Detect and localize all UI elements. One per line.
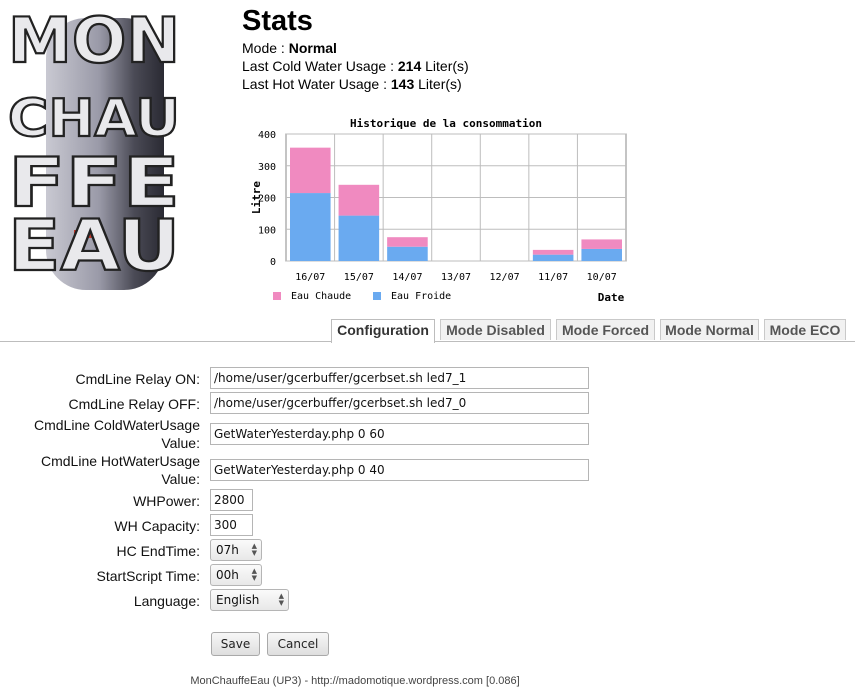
x-tick-label: 16/07 xyxy=(295,272,325,283)
whpower-input[interactable] xyxy=(210,489,253,511)
legend-label: Eau Froide xyxy=(391,291,451,302)
whpower-label: WHPower: xyxy=(133,493,200,509)
tab-mode-eco[interactable]: Mode ECO xyxy=(764,319,846,340)
tab-mode-disabled[interactable]: Mode Disabled xyxy=(440,319,551,340)
x-tick-label: 14/07 xyxy=(392,272,422,283)
hot-water-line: Last Hot Water Usage : 143 Liter(s) xyxy=(242,75,462,93)
save-button[interactable]: Save xyxy=(211,632,260,656)
hot-water-label: Last Hot Water Usage : xyxy=(242,76,391,92)
bar-eau-chaude xyxy=(581,239,622,249)
logo-letters-line: MON xyxy=(8,4,180,77)
startscript-select[interactable]: 00h ▲ ▼ xyxy=(210,564,262,586)
spinner-arrows-icon: ▲ ▼ xyxy=(278,592,284,607)
hot-water-value: 143 xyxy=(390,76,415,92)
cold-usage-label-line2: Value: xyxy=(161,435,200,451)
tab-mode-forced[interactable]: Mode Forced xyxy=(556,319,655,340)
cold-water-line: Last Cold Water Usage : 214 Liter(s) xyxy=(242,57,469,75)
y-axis-label: Litre xyxy=(250,181,263,214)
logo-letters-line: EAU xyxy=(8,205,180,287)
hc-endtime-select[interactable]: 07h ▲ ▼ xyxy=(210,539,262,561)
cancel-button[interactable]: Cancel xyxy=(267,632,329,656)
bar-eau-chaude xyxy=(387,237,428,247)
tab-configuration[interactable]: Configuration xyxy=(331,319,435,343)
language-select[interactable]: English ▲ ▼ xyxy=(210,589,289,611)
y-tick-label: 100 xyxy=(258,225,276,236)
bar-eau-chaude xyxy=(338,184,380,216)
startscript-value: 00h xyxy=(216,568,239,582)
hc-endtime-value: 07h xyxy=(216,543,239,557)
cold-water-unit: Liter(s) xyxy=(421,58,469,74)
mode-line: Mode : Normal xyxy=(242,39,337,57)
x-tick-label: 15/07 xyxy=(344,272,374,283)
legend-swatch xyxy=(373,292,381,300)
x-axis-label: Date xyxy=(598,291,625,304)
bar-eau-chaude xyxy=(532,249,574,255)
bar-eau-chaude xyxy=(290,147,331,194)
language-value: English xyxy=(216,593,260,607)
tab-mode-normal[interactable]: Mode Normal xyxy=(660,319,759,340)
cold-water-value: 214 xyxy=(397,58,422,74)
hc-endtime-label: HC EndTime: xyxy=(116,543,200,559)
y-tick-label: 0 xyxy=(270,257,276,268)
hot-usage-label-line2: Value: xyxy=(161,471,200,487)
language-label: Language: xyxy=(133,593,200,609)
mode-value: Normal xyxy=(288,40,337,56)
bar-eau-froide xyxy=(532,254,574,261)
x-tick-label: 10/07 xyxy=(587,272,617,283)
y-tick-label: 400 xyxy=(258,130,276,141)
y-tick-label: 300 xyxy=(258,162,276,173)
logo: MONCHAUFFEEAU xyxy=(7,3,181,290)
cold-usage-label-line1: CmdLine ColdWaterUsage xyxy=(34,417,200,433)
whcapacity-input[interactable] xyxy=(210,514,253,536)
hot-water-unit: Liter(s) xyxy=(414,76,462,92)
bar-eau-froide xyxy=(290,193,331,261)
mode-label: Mode : xyxy=(242,40,289,56)
hot-usage-input[interactable] xyxy=(210,459,589,481)
x-tick-label: 12/07 xyxy=(490,272,520,283)
logo-letters-line: CHAU xyxy=(8,89,180,149)
cold-water-label: Last Cold Water Usage : xyxy=(242,58,398,74)
spinner-arrows-icon: ▲ ▼ xyxy=(251,542,257,557)
bar-eau-froide xyxy=(581,248,622,261)
chart-title: Historique de la consommation xyxy=(350,117,542,130)
relay-off-input[interactable] xyxy=(210,392,589,414)
startscript-label: StartScript Time: xyxy=(96,568,200,584)
legend-swatch xyxy=(273,292,281,300)
page-title: Stats xyxy=(242,5,313,37)
consumption-chart: 010020030040016/07 15/07 14/07 13/07 12/07 11… xyxy=(250,117,627,304)
spinner-arrows-icon: ▲ ▼ xyxy=(251,567,257,582)
bar-eau-froide xyxy=(387,246,428,261)
relay-on-label: CmdLine Relay ON: xyxy=(75,371,201,387)
relay-off-label: CmdLine Relay OFF: xyxy=(68,396,200,412)
footer: MonChauffeEau (UP3) - http://madomotique… xyxy=(190,675,520,687)
hot-usage-label-line1: CmdLine HotWaterUsage xyxy=(41,453,200,469)
x-tick-label: 11/07 xyxy=(538,272,568,283)
whcapacity-label: WH Capacity: xyxy=(114,518,200,534)
tab-bar: Configuration Mode Disabled Mode Forced … xyxy=(0,319,855,343)
cold-usage-input[interactable] xyxy=(210,423,589,445)
x-tick-label: 13/07 xyxy=(441,272,471,283)
relay-on-input[interactable] xyxy=(210,367,589,389)
bar-eau-froide xyxy=(338,215,380,261)
legend-label: Eau Chaude xyxy=(291,291,351,302)
